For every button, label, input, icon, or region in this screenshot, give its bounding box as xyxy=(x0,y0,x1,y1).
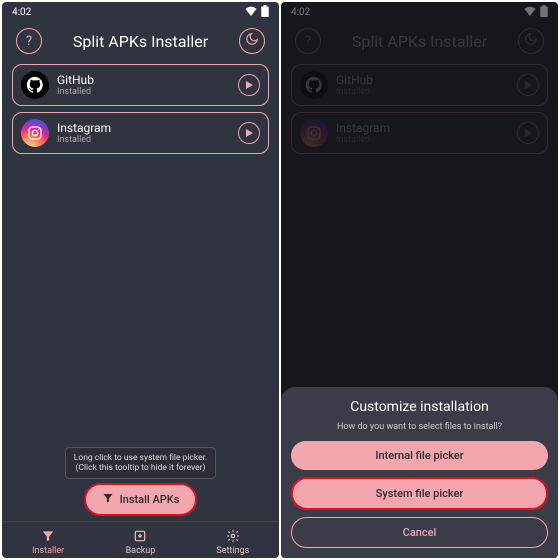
system-picker-button[interactable]: System file picker xyxy=(291,477,548,510)
nav-installer[interactable]: Installer xyxy=(18,528,78,556)
customize-install-sheet: Customize installation How do you want t… xyxy=(281,387,558,558)
app-row-github[interactable]: GitHub Installed xyxy=(12,64,269,106)
phone-right: 4:02 ? Split APKs Installer GitHub xyxy=(281,2,558,558)
phone-left: 4:02 ? Split APKs Installer GitHub xyxy=(2,2,279,558)
app-name: GitHub xyxy=(57,73,230,87)
run-button[interactable] xyxy=(238,122,260,144)
install-apks-button[interactable]: Install APKs xyxy=(84,483,198,516)
theme-button[interactable] xyxy=(239,28,265,54)
nav-backup[interactable]: Backup xyxy=(110,528,170,556)
nav-label: Installer xyxy=(32,546,64,556)
help-icon: ? xyxy=(26,34,32,49)
gear-icon xyxy=(225,528,241,544)
sheet-title: Customize installation xyxy=(350,399,489,415)
filter-icon xyxy=(40,528,56,544)
tooltip-line: Long click to use system file picker. xyxy=(74,453,207,463)
github-icon xyxy=(21,71,49,99)
moon-icon xyxy=(245,32,259,50)
wifi-icon xyxy=(245,6,257,19)
sheet-subtitle: How do you want to select files to insta… xyxy=(337,422,502,432)
app-header: ? Split APKs Installer xyxy=(2,22,279,60)
battery-icon xyxy=(261,5,269,20)
run-button[interactable] xyxy=(238,74,260,96)
nav-settings[interactable]: Settings xyxy=(203,528,263,556)
nav-label: Settings xyxy=(216,546,249,556)
file-picker-tooltip[interactable]: Long click to use system file picker. (C… xyxy=(65,447,216,479)
status-icons xyxy=(245,5,269,20)
app-title: Split APKs Installer xyxy=(73,32,208,51)
cancel-button[interactable]: Cancel xyxy=(291,517,548,548)
bottom-nav: Installer Backup Settings xyxy=(2,521,279,558)
tooltip-line: (Click this tooltip to hide it forever) xyxy=(74,463,207,473)
fab-label: Install APKs xyxy=(120,493,180,506)
status-time: 4:02 xyxy=(12,7,31,18)
help-button[interactable]: ? xyxy=(16,28,42,54)
app-list: GitHub Installed Instagram Installed xyxy=(2,60,279,158)
app-status: Installed xyxy=(57,135,230,145)
nav-label: Backup xyxy=(126,546,156,556)
internal-picker-button[interactable]: Internal file picker xyxy=(291,441,548,470)
status-bar: 4:02 xyxy=(2,2,279,22)
app-text: GitHub Installed xyxy=(57,73,230,97)
filter-icon xyxy=(102,492,114,507)
instagram-icon xyxy=(21,119,49,147)
app-text: Instagram Installed xyxy=(57,121,230,145)
app-row-instagram[interactable]: Instagram Installed xyxy=(12,112,269,154)
app-name: Instagram xyxy=(57,121,230,135)
app-status: Installed xyxy=(57,87,230,97)
backup-icon xyxy=(132,528,148,544)
fab-area: Long click to use system file picker. (C… xyxy=(2,447,279,516)
